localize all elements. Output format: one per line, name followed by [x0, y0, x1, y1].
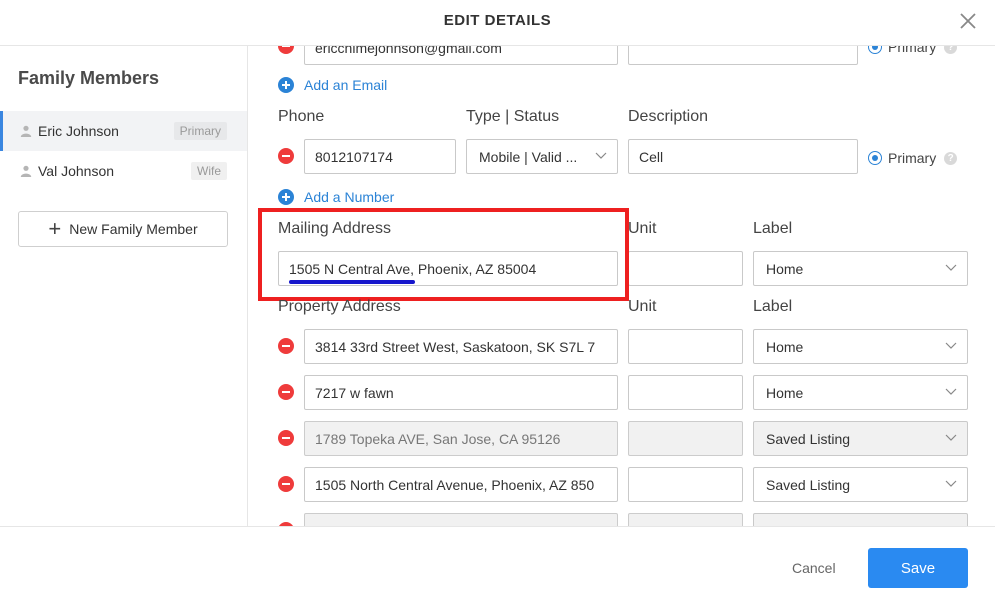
- chevron-down-icon: [945, 388, 957, 395]
- property-label-value: Home: [766, 384, 804, 401]
- add-number-link[interactable]: Add a Number: [278, 189, 394, 205]
- phone-input[interactable]: 8012107174: [304, 139, 456, 174]
- member-item-eric[interactable]: Eric Johnson Primary: [0, 111, 247, 151]
- person-icon: [20, 165, 32, 177]
- add-email-label: Add an Email: [304, 77, 388, 93]
- modal-title: EDIT DETAILS: [443, 12, 552, 29]
- property-label-select-cut[interactable]: [753, 513, 968, 526]
- radio-selected-icon: [868, 46, 882, 54]
- property-unit-input[interactable]: [628, 329, 743, 364]
- property-address-input[interactable]: 3814 33rd Street West, Saskatoon, SK S7L…: [304, 329, 618, 364]
- property-label-value: Home: [766, 338, 804, 355]
- phone-primary-radio[interactable]: Primary ?: [868, 150, 958, 166]
- remove-property-button[interactable]: [278, 430, 294, 446]
- member-badge: Wife: [191, 162, 227, 180]
- plus-circle-icon: [278, 189, 294, 205]
- primary-label: Primary: [888, 46, 937, 55]
- family-members-sidebar: Family Members Eric Johnson Primary Val …: [0, 46, 248, 526]
- phone-header: Phone: [278, 108, 325, 125]
- type-status-value: Mobile | Valid ...: [479, 148, 578, 165]
- details-form: ericchimejohnson@gmail.com Primary ? Add…: [248, 46, 995, 526]
- property-unit-header: Unit: [628, 298, 657, 315]
- close-icon[interactable]: [957, 10, 979, 32]
- remove-phone-button[interactable]: [278, 148, 294, 164]
- add-email-link[interactable]: Add an Email: [278, 77, 387, 93]
- person-icon: [20, 125, 32, 137]
- property-unit-input[interactable]: [628, 467, 743, 502]
- mailing-address-input[interactable]: 1505 N Central Ave, Phoenix, AZ 85004: [278, 251, 618, 286]
- remove-property-button[interactable]: [278, 338, 294, 354]
- save-button[interactable]: Save: [868, 548, 968, 588]
- email-primary-radio[interactable]: Primary ?: [868, 46, 958, 55]
- email-description-input[interactable]: [628, 46, 858, 65]
- member-item-val[interactable]: Val Johnson Wife: [0, 151, 247, 191]
- member-name: Eric Johnson: [38, 123, 119, 139]
- help-icon[interactable]: ?: [944, 46, 958, 54]
- property-label-select[interactable]: Saved Listing: [753, 421, 968, 456]
- modal-header: EDIT DETAILS: [0, 0, 995, 46]
- remove-property-button[interactable]: [278, 476, 294, 492]
- remove-email-button[interactable]: [278, 46, 294, 54]
- chevron-down-icon: [945, 480, 957, 487]
- add-number-label: Add a Number: [304, 189, 395, 205]
- modal-footer: Cancel Save: [0, 526, 995, 600]
- new-member-label: New Family Member: [69, 221, 198, 237]
- plus-circle-icon: [278, 77, 294, 93]
- cancel-button[interactable]: Cancel: [792, 560, 836, 576]
- radio-selected-icon: [868, 151, 882, 165]
- remove-property-button[interactable]: [278, 384, 294, 400]
- phone-description-input[interactable]: Cell: [628, 139, 858, 174]
- mailing-unit-header: Unit: [628, 220, 657, 237]
- property-address-header: Property Address: [278, 298, 401, 315]
- property-label-value: Saved Listing: [766, 476, 851, 493]
- email-input[interactable]: ericchimejohnson@gmail.com: [304, 46, 618, 65]
- new-family-member-button[interactable]: + New Family Member: [18, 211, 228, 247]
- type-status-header: Type | Status: [466, 108, 560, 125]
- help-icon[interactable]: ?: [944, 151, 958, 165]
- member-name: Val Johnson: [38, 163, 115, 179]
- type-status-select[interactable]: Mobile | Valid ...: [466, 139, 618, 174]
- property-unit-input-cut: [628, 513, 743, 526]
- member-badge: Primary: [173, 122, 227, 140]
- property-label-select[interactable]: Saved Listing: [753, 467, 968, 502]
- plus-icon: +: [48, 216, 62, 241]
- chevron-down-icon: [595, 152, 607, 159]
- property-unit-input[interactable]: [628, 375, 743, 410]
- property-address-input-cut: [304, 513, 618, 526]
- description-header: Description: [628, 108, 709, 125]
- property-label-select[interactable]: Home: [753, 329, 968, 364]
- property-unit-input: [628, 421, 743, 456]
- property-address-input: 1789 Topeka AVE, San Jose, CA 95126: [304, 421, 618, 456]
- mailing-address-header: Mailing Address: [278, 220, 391, 237]
- chevron-down-icon: [945, 434, 957, 441]
- chevron-down-icon: [945, 264, 957, 271]
- property-address-input[interactable]: 1505 North Central Avenue, Phoenix, AZ 8…: [304, 467, 618, 502]
- sidebar-title: Family Members: [18, 68, 160, 88]
- primary-label: Primary: [888, 150, 937, 166]
- property-label-value: Saved Listing: [766, 430, 851, 447]
- property-address-input[interactable]: 7217 w fawn: [304, 375, 618, 410]
- chevron-down-icon: [945, 342, 957, 349]
- property-label-header: Label: [753, 298, 793, 315]
- mailing-label-header: Label: [753, 220, 793, 237]
- mailing-label-value: Home: [766, 260, 804, 277]
- property-label-select[interactable]: Home: [753, 375, 968, 410]
- mailing-label-select[interactable]: Home: [753, 251, 968, 286]
- mailing-unit-input[interactable]: [628, 251, 743, 286]
